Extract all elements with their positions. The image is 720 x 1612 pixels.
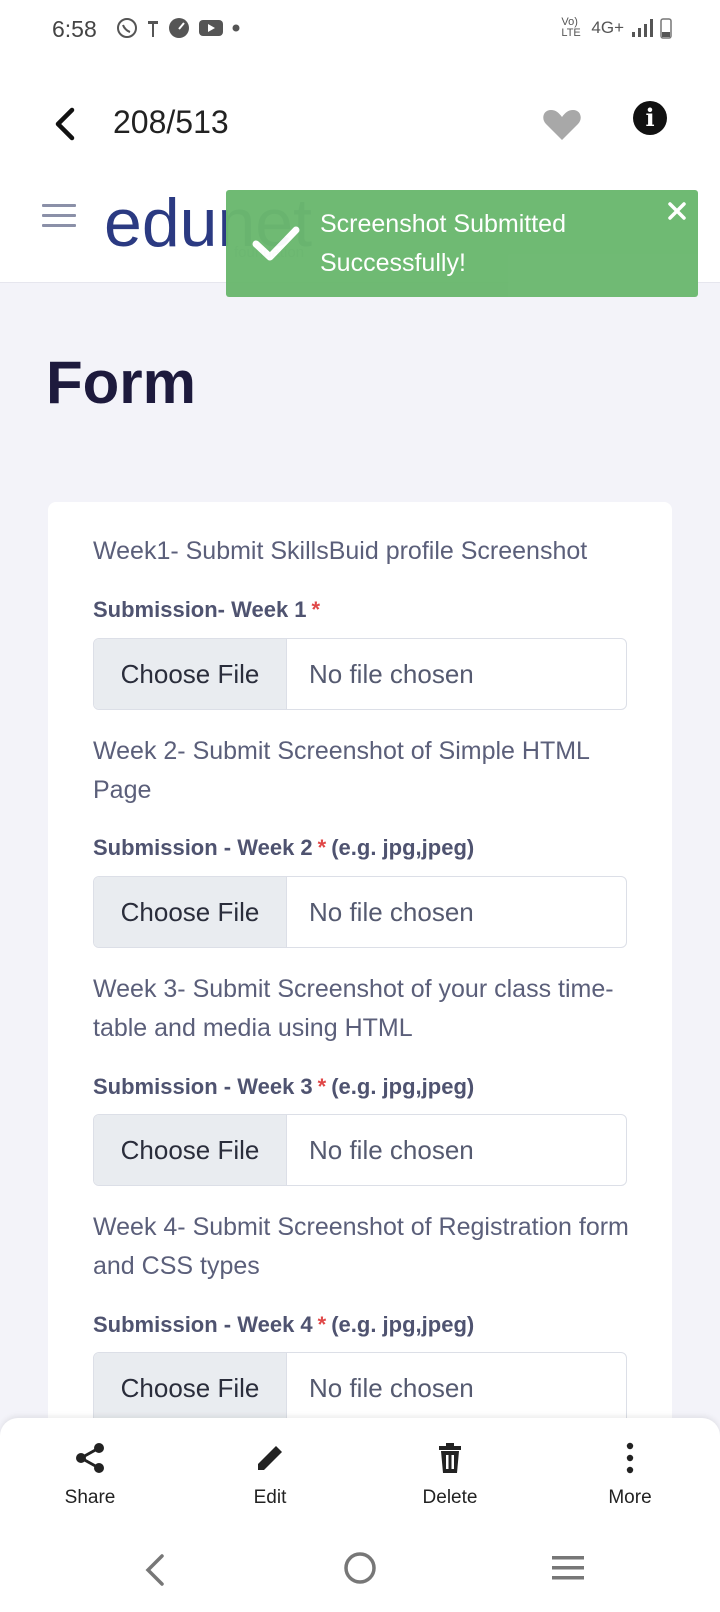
file-status: No file chosen — [309, 897, 474, 927]
field-label: Submission- Week 1 * — [93, 597, 320, 623]
trash-icon — [439, 1443, 461, 1473]
file-status: No file chosen — [309, 1373, 474, 1403]
file-type-hint: (e.g. jpg,jpeg) — [331, 1074, 475, 1099]
delete-label: Delete — [422, 1487, 478, 1508]
status-bar: 6:58 Vo) LTE 4G+ — [0, 0, 720, 62]
field-label-text: Submission - Week 3 — [93, 1074, 313, 1099]
share-button[interactable]: Share — [35, 1440, 145, 1509]
notification-icons — [116, 17, 240, 39]
section-description: Week 4- Submit Screenshot of Registratio… — [93, 1213, 629, 1280]
share-label: Share — [64, 1487, 116, 1508]
app-bar: 208/513 i — [0, 62, 720, 190]
required-marker: * — [317, 1074, 327, 1099]
more-label: More — [608, 1487, 652, 1508]
required-marker: * — [317, 835, 327, 860]
field-label-text: Submission - Week 2 — [93, 835, 313, 860]
dot-icon — [232, 24, 240, 32]
pencil-icon — [258, 1446, 282, 1470]
volte-label: Vo) LTE — [561, 16, 581, 39]
delete-button[interactable]: Delete — [395, 1440, 505, 1509]
nav-back-icon[interactable] — [140, 1550, 170, 1590]
form-card: Week1- Submit SkillsBuid profile Screens… — [48, 502, 672, 1442]
file-status: No file chosen — [309, 1135, 474, 1165]
info-icon[interactable]: i — [633, 101, 667, 135]
choose-file-button[interactable]: Choose File — [94, 1115, 287, 1185]
field-label-text: Submission- Week 1 — [93, 597, 307, 622]
usb-icon — [148, 21, 158, 37]
field-label: Submission - Week 4 * (e.g. jpg,jpeg) — [93, 1312, 474, 1338]
section-description: Week 2- Submit Screenshot of Simple HTML… — [93, 737, 590, 804]
file-type-hint: (e.g. jpg,jpeg) — [331, 835, 475, 860]
back-arrow-icon[interactable] — [48, 100, 92, 148]
field-label: Submission - Week 3 * (e.g. jpg,jpeg) — [93, 1074, 474, 1100]
nav-recents-icon[interactable] — [550, 1552, 586, 1584]
check-icon — [252, 226, 300, 261]
battery-icon — [660, 18, 672, 39]
network-type: 4G+ — [591, 18, 624, 37]
file-input-week-2[interactable]: Choose File No file chosen — [93, 876, 627, 948]
section-description: Week 3- Submit Screenshot of your class … — [93, 975, 614, 1042]
choose-file-button[interactable]: Choose File — [94, 639, 287, 709]
more-button[interactable]: More — [575, 1440, 685, 1509]
close-icon[interactable] — [666, 200, 688, 222]
section-description: Week1- Submit SkillsBuid profile Screens… — [93, 537, 588, 565]
image-counter: 208/513 — [113, 104, 229, 140]
file-input-week-4[interactable]: Choose File No file chosen — [93, 1352, 627, 1424]
nav-home-icon[interactable] — [342, 1550, 378, 1586]
choose-file-button[interactable]: Choose File — [94, 1353, 287, 1423]
youtube-icon — [199, 20, 223, 36]
system-icons: Vo) LTE 4G+ — [561, 17, 672, 39]
signal-icon — [632, 19, 653, 37]
status-time: 6:58 — [52, 16, 97, 42]
required-marker: * — [311, 597, 321, 622]
choose-file-button[interactable]: Choose File — [94, 877, 287, 947]
file-input-week-1[interactable]: Choose File No file chosen — [93, 638, 627, 710]
share-icon — [76, 1443, 104, 1473]
more-vertical-icon — [626, 1442, 634, 1474]
field-label-text: Submission - Week 4 — [93, 1312, 313, 1337]
edit-button[interactable]: Edit — [215, 1440, 325, 1509]
hamburger-menu-icon[interactable] — [42, 204, 76, 232]
file-type-hint: (e.g. jpg,jpeg) — [331, 1312, 475, 1337]
speedometer-icon — [169, 18, 189, 38]
system-nav-bar — [0, 1530, 720, 1612]
file-input-week-3[interactable]: Choose File No file chosen — [93, 1114, 627, 1186]
toast-message: Screenshot Submitted Successfully! — [320, 210, 566, 277]
required-marker: * — [317, 1312, 327, 1337]
page-title: Form — [46, 349, 196, 416]
success-toast: Screenshot Submitted Successfully! — [226, 190, 698, 297]
field-label: Submission - Week 2 * (e.g. jpg,jpeg) — [93, 835, 474, 861]
whatsapp-icon — [117, 18, 137, 38]
bottom-action-bar: Share Edit Delete More — [0, 1418, 720, 1530]
favorite-heart-icon[interactable] — [540, 102, 584, 146]
edit-label: Edit — [253, 1487, 287, 1508]
file-status: No file chosen — [309, 659, 474, 689]
